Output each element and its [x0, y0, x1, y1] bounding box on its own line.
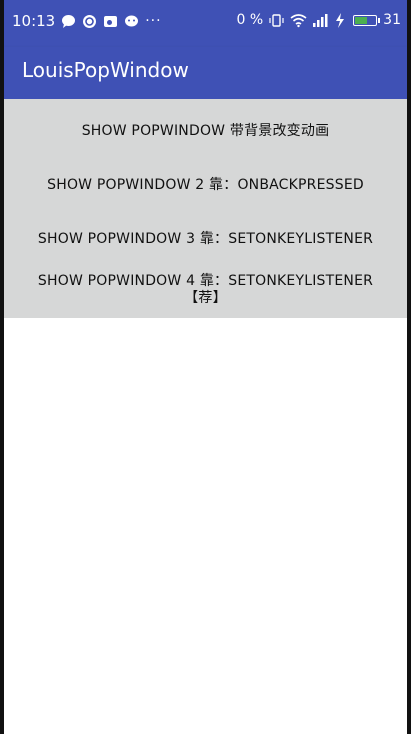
show-popwindow-1-button[interactable]: SHOW POPWINDOW 带背景改变动画 — [4, 120, 407, 140]
wechat-icon — [124, 14, 139, 29]
button-panel: SHOW POPWINDOW 带背景改变动画 SHOW POPWINDOW 2 … — [4, 99, 407, 318]
sync-icon — [82, 14, 97, 29]
chat-bubble-icon — [61, 14, 76, 29]
status-time: 10:13 — [12, 12, 56, 30]
cell-signal-icon — [311, 13, 328, 28]
show-popwindow-4-button[interactable]: SHOW POPWINDOW 4 靠：SETONKEYLISTENER 【荐】 — [4, 273, 407, 307]
device-screen: 10:13 ··· 0 % 31 LouisPopWindow SHOW POP… — [4, 0, 407, 734]
net-speed: 0 % — [236, 12, 264, 28]
wifi-icon — [290, 13, 307, 28]
app-title: LouisPopWindow — [22, 58, 189, 82]
more-notifications-icon: ··· — [145, 13, 162, 29]
weibo-icon — [103, 14, 118, 29]
app-toolbar: LouisPopWindow — [4, 47, 407, 99]
vibrate-icon — [269, 13, 284, 28]
status-bar: 10:13 ··· 0 % 31 — [4, 0, 407, 47]
charging-bolt-icon — [332, 12, 347, 28]
status-right: 0 % 31 — [237, 12, 402, 28]
show-popwindow-3-button[interactable]: SHOW POPWINDOW 3 靠：SETONKEYLISTENER — [4, 228, 407, 248]
battery-icon — [353, 14, 381, 26]
status-left: 10:13 ··· — [12, 12, 162, 30]
battery-level: 31 — [383, 12, 401, 28]
show-popwindow-2-button[interactable]: SHOW POPWINDOW 2 靠：ONBACKPRESSED — [4, 174, 407, 194]
